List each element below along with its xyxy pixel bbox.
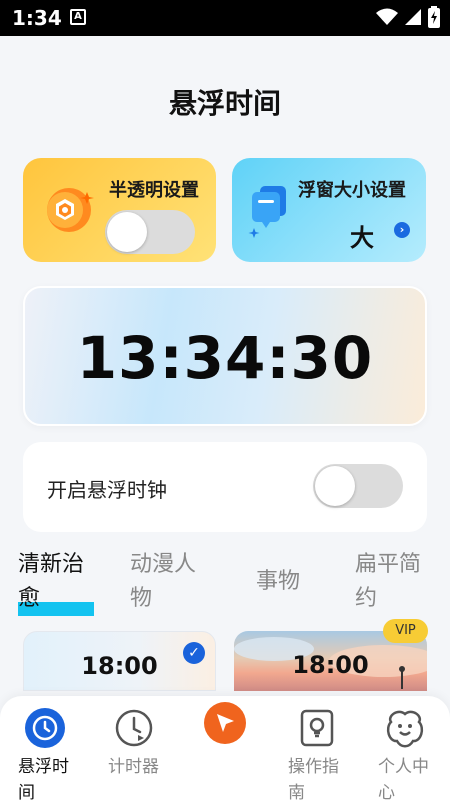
smile-flower-icon (385, 708, 425, 748)
status-bar: 1:34 A (0, 0, 450, 36)
clock-display: 13:34:30 (76, 324, 374, 392)
tab-label-line1: 事物 (256, 569, 301, 594)
nav-label-line2: 南 (288, 783, 305, 800)
tab-flat-simple[interactable]: 扁平简 约 (355, 548, 435, 616)
float-clock-card: 开启悬浮时钟 (23, 442, 427, 532)
nav-label-timer: 计时器 (108, 754, 159, 780)
nav-label-profile: 个人中 心 (378, 754, 429, 800)
tab-label-line1: 清新治 (18, 552, 85, 577)
timer-icon (114, 708, 154, 748)
battery-icon (428, 6, 440, 28)
chevron-right-icon[interactable]: › (394, 222, 410, 238)
tab-objects[interactable]: 事物 (256, 565, 336, 599)
clock-display-card: 13:34:30 (23, 286, 427, 426)
nav-label-float-time: 悬浮时 间 (18, 754, 69, 800)
nav-label-line2: 心 (378, 783, 395, 800)
tab-label-line2: 物 (130, 586, 153, 611)
clock-face-icon (25, 708, 65, 748)
tab-label-line1: 动漫人 (130, 552, 197, 577)
toggle-knob (315, 466, 355, 506)
transparency-settings-card[interactable]: 半透明设置 (23, 158, 216, 262)
tab-label-line2: 约 (355, 586, 378, 611)
toggle-knob (107, 212, 147, 252)
wifi-icon (376, 8, 398, 25)
nav-label-line2: 间 (18, 783, 35, 800)
tab-fresh-healing[interactable]: 清新治 愈 (18, 548, 98, 616)
float-window-icon (248, 186, 286, 238)
float-clock-toggle[interactable] (313, 464, 403, 508)
nav-label-line1: 个人中 (378, 757, 429, 777)
signal-icon (405, 9, 421, 25)
nav-item-cursor[interactable] (190, 702, 260, 744)
checkmark-icon: ✓ (183, 642, 205, 664)
float-size-title: 浮窗大小设置 (298, 180, 406, 201)
theme-preview-time: 18:00 (292, 651, 369, 679)
nav-label-line1: 悬浮时 (18, 757, 69, 777)
float-size-value: 大 (350, 224, 374, 252)
tab-anime-characters[interactable]: 动漫人 物 (130, 548, 210, 616)
nav-label-line1: 计时器 (108, 757, 159, 777)
nav-item-guide[interactable] (282, 708, 352, 748)
float-clock-label: 开启悬浮时钟 (47, 478, 167, 502)
float-size-settings-card[interactable]: 浮窗大小设置 大 › (232, 158, 426, 262)
transparency-toggle[interactable] (105, 210, 195, 254)
page-title: 悬浮时间 (168, 87, 281, 120)
theme-card-fresh[interactable]: 18:00 ✓ (23, 631, 216, 691)
status-icons (376, 6, 440, 28)
hexagon-coin-icon (47, 188, 94, 232)
vip-badge: VIP (383, 619, 428, 643)
tab-label-line2: 愈 (18, 586, 41, 611)
nav-label-line1: 操作指 (288, 757, 339, 777)
nav-item-float-time[interactable] (10, 708, 80, 748)
cursor-icon (204, 702, 246, 744)
transparency-title: 半透明设置 (109, 180, 199, 201)
guide-book-icon (297, 708, 337, 748)
nav-label-guide: 操作指 南 (288, 754, 339, 800)
accessibility-a-icon: A (70, 9, 86, 25)
nav-item-timer[interactable] (99, 708, 169, 748)
nav-item-profile[interactable] (370, 708, 440, 748)
tab-label-line1: 扁平简 (355, 552, 422, 577)
status-time: 1:34 (12, 6, 62, 30)
bottom-nav: 悬浮时 间 计时器 操作指 南 个人中 心 (0, 696, 450, 800)
